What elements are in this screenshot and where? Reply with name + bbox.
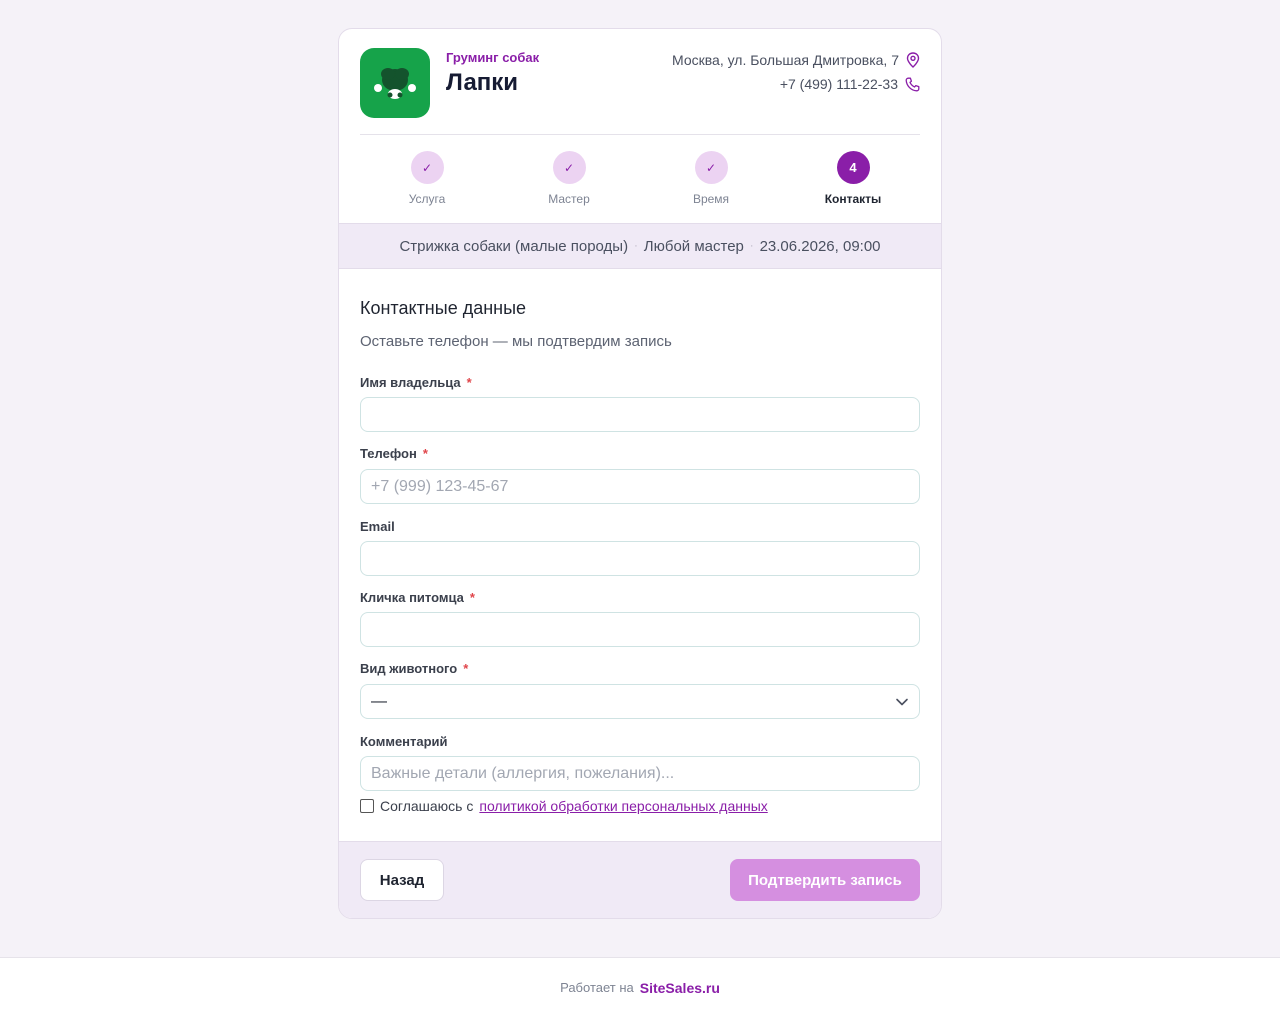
check-icon: ✓ <box>552 151 586 184</box>
header: Груминг собак Лапки Москва, ул. Большая … <box>360 29 920 135</box>
check-icon: ✓ <box>410 151 444 184</box>
summary-datetime: 23.06.2026, 09:00 <box>759 237 881 255</box>
address: Москва, ул. Большая Дмитровка, 7 <box>672 52 920 68</box>
sitesales-link[interactable]: SiteSales.ru <box>640 980 720 996</box>
back-button[interactable]: Назад <box>360 859 444 901</box>
separator-dot: · <box>634 240 638 252</box>
step-label: Услуга <box>408 192 446 206</box>
confirm-booking-button[interactable]: Подтвердить запись <box>730 859 920 901</box>
step-service[interactable]: ✓ Услуга <box>377 151 477 206</box>
privacy-policy-link[interactable]: политикой обработки персональных данных <box>479 798 767 814</box>
powered-by-text: Работает на <box>560 980 634 995</box>
owner-name-label: Имя владельца * <box>360 375 472 390</box>
owner-name-input[interactable] <box>360 397 920 432</box>
pet-name-label: Кличка питомца * <box>360 590 475 605</box>
species-select[interactable]: — <box>360 684 920 719</box>
page-footer: Работает на SiteSales.ru <box>0 957 1280 1017</box>
address-text: Москва, ул. Большая Дмитровка, 7 <box>672 52 899 68</box>
phone[interactable]: +7 (499) 111-22-33 <box>780 76 920 92</box>
phone-input[interactable] <box>360 469 920 504</box>
booking-card: Груминг собак Лапки Москва, ул. Большая … <box>338 28 942 919</box>
consent-checkbox[interactable] <box>360 799 374 813</box>
phone-text[interactable]: +7 (499) 111-22-33 <box>780 76 898 92</box>
species-value: — <box>371 692 387 710</box>
phone-icon <box>905 77 920 91</box>
chevron-down-icon <box>896 698 908 706</box>
step-contacts: 4 Контакты <box>803 151 903 206</box>
paw-logo-icon <box>360 48 430 118</box>
check-icon: ✓ <box>694 151 728 184</box>
step-master[interactable]: ✓ Мастер <box>519 151 619 206</box>
comment-input[interactable] <box>360 756 920 791</box>
comment-label: Комментарий <box>360 734 448 749</box>
booking-summary: Стрижка собаки (малые породы) · Любой ма… <box>339 223 941 269</box>
action-bar: Назад Подтвердить запись <box>339 841 941 918</box>
summary-master: Любой мастер <box>643 237 744 255</box>
form-subtitle: Оставьте телефон — мы подтвердим запись <box>360 333 672 350</box>
step-label: Мастер <box>548 192 590 206</box>
email-label: Email <box>360 519 395 534</box>
brand-subtitle: Груминг собак <box>446 50 540 65</box>
stepper: ✓ Услуга ✓ Мастер ✓ Время 4 Контакты <box>360 135 920 223</box>
consent-text: Соглашаюсь с <box>380 798 474 814</box>
consent-row: Соглашаюсь с политикой обработки персона… <box>360 798 768 814</box>
brand-title: Лапки <box>446 69 519 96</box>
separator-dot: · <box>749 240 754 252</box>
species-label: Вид животного * <box>360 661 469 676</box>
pet-name-input[interactable] <box>360 612 920 647</box>
step-time[interactable]: ✓ Время <box>661 151 761 206</box>
location-pin-icon <box>906 52 920 68</box>
summary-service: Стрижка собаки (малые породы) <box>399 237 629 255</box>
step-label: Контакты <box>824 192 882 206</box>
contact-form: Контактные данные Оставьте телефон — мы … <box>339 271 941 843</box>
step-number: 4 <box>836 151 870 184</box>
form-title: Контактные данные <box>360 298 527 318</box>
step-label: Время <box>692 192 730 206</box>
phone-label: Телефон * <box>360 446 428 461</box>
email-input[interactable] <box>360 541 920 576</box>
